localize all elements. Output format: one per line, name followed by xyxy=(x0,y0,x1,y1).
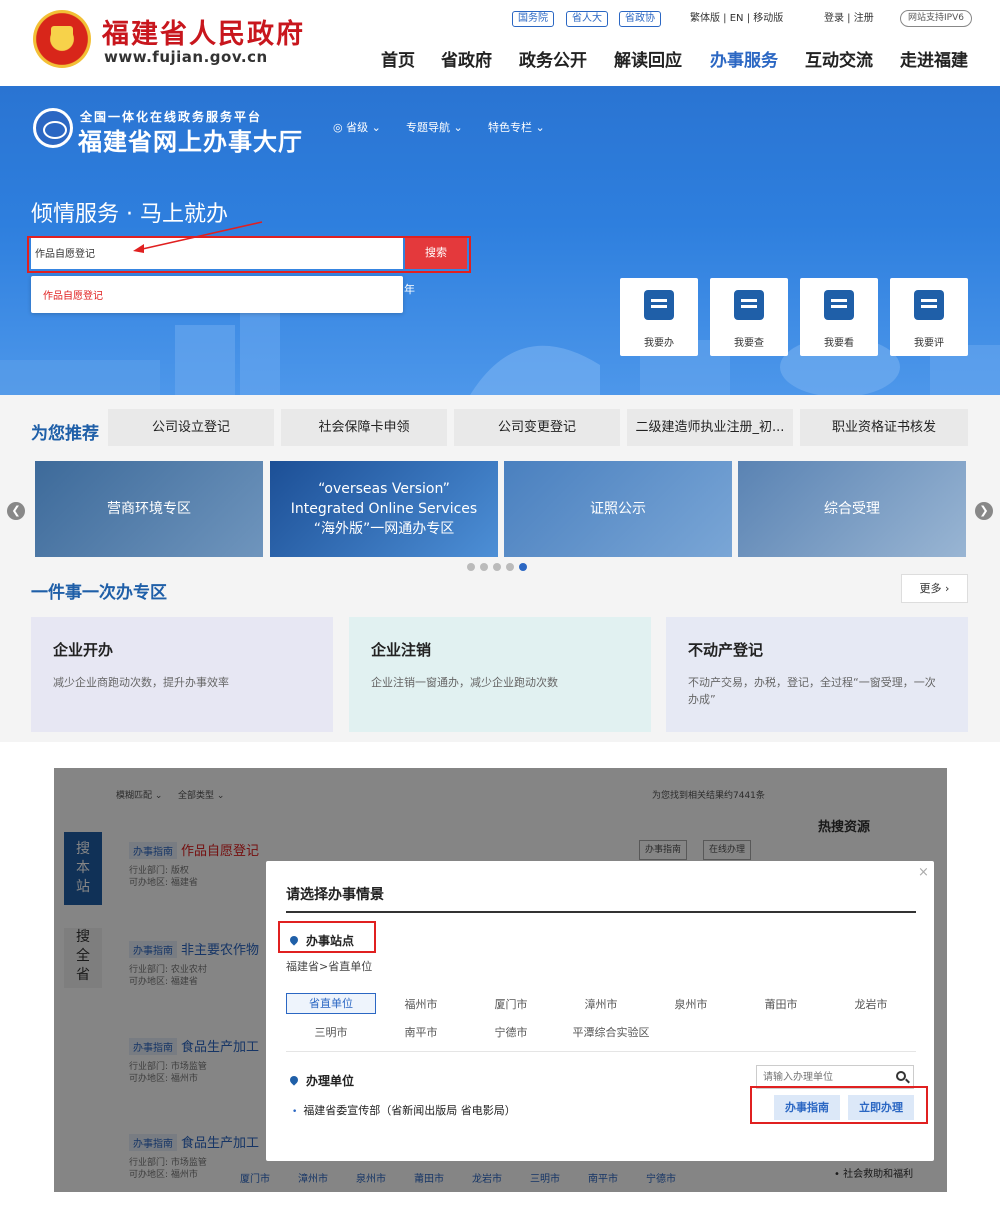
city-option[interactable]: 福州市 xyxy=(376,996,466,1012)
tag-state-council[interactable]: 国务院 xyxy=(512,11,554,27)
city-option[interactable]: 宁德市 xyxy=(466,1024,556,1040)
nav-services[interactable]: 办事服务 xyxy=(710,46,778,71)
close-icon[interactable]: × xyxy=(918,865,929,880)
city-option[interactable]: 三明市 xyxy=(286,1024,376,1040)
one-stop-card[interactable]: 企业注销 企业注销一窗通办，减少企业跑动次数 xyxy=(349,617,651,732)
city-option[interactable]: 泉州市 xyxy=(646,996,736,1012)
search-suggestion[interactable]: 作品自愿登记 xyxy=(31,276,403,313)
carousel-dot[interactable] xyxy=(493,563,501,571)
city-option[interactable]: 漳州市 xyxy=(556,996,646,1012)
scene-select-modal: × 请选择办事情景 办事站点 福建省>省直单位 省直单位 福州市 厦门市 漳州市… xyxy=(266,861,934,1161)
section-divider xyxy=(286,1051,916,1052)
recommend-item[interactable]: 社会保障卡申领 xyxy=(281,409,447,446)
carousel-dot[interactable] xyxy=(480,563,488,571)
quick-review[interactable]: 我要评 xyxy=(890,278,968,356)
view-icon xyxy=(824,290,854,320)
more-button[interactable]: 更多 › xyxy=(901,574,968,603)
portal-screenshot: 福建省人民政府 www.fujian.gov.cn 国务院 省人大 省政协 繁体… xyxy=(0,0,1000,742)
carousel-prev-icon[interactable]: ❮ xyxy=(7,502,25,520)
nav-home[interactable]: 首页 xyxy=(381,46,415,71)
nav-open-gov[interactable]: 政务公开 xyxy=(519,46,587,71)
one-stop-title: 一件事一次办专区 xyxy=(31,583,167,603)
nav-about-fujian[interactable]: 走进福建 xyxy=(900,46,968,71)
comment-icon xyxy=(914,290,944,320)
highlight-station xyxy=(278,921,376,953)
quick-apply[interactable]: 我要办 xyxy=(620,278,698,356)
hall-nav-features[interactable]: 特色专栏 ⌄ xyxy=(488,119,545,135)
city-option[interactable]: 南平市 xyxy=(376,1024,466,1040)
quick-query[interactable]: 我要查 xyxy=(710,278,788,356)
city-option-selected[interactable]: 省直单位 xyxy=(286,993,376,1014)
unit-label: 办理单位 xyxy=(288,1072,354,1089)
carousel-dot-active[interactable] xyxy=(519,563,527,571)
annotation-arrow xyxy=(133,221,263,253)
one-stop-card[interactable]: 不动产登记 不动产交易，办税，登记，全过程“一窗受理，一次办成” xyxy=(666,617,968,732)
carousel-dot[interactable] xyxy=(506,563,514,571)
suggestion-item[interactable]: 作品自愿登记 xyxy=(43,287,103,302)
city-option[interactable]: 龙岩市 xyxy=(826,996,916,1012)
language-links[interactable]: 繁体版 | EN | 移动版 xyxy=(690,11,783,27)
site-name: 福建省人民政府 xyxy=(102,19,305,50)
hall-nav-level[interactable]: ◎ 省级 ⌄ xyxy=(333,119,381,135)
location-pin-icon xyxy=(288,1074,300,1086)
carousel-dot[interactable] xyxy=(467,563,475,571)
tag-provincial-congress[interactable]: 省人大 xyxy=(566,11,608,27)
national-emblem-icon xyxy=(33,10,91,68)
document-icon xyxy=(644,290,674,320)
carousel-card-acceptance[interactable]: 综合受理 xyxy=(738,461,966,557)
hall-nav-topics[interactable]: 专题导航 ⌄ xyxy=(406,119,463,135)
search-icon[interactable] xyxy=(896,1071,906,1081)
one-stop-card[interactable]: 企业开办 减少企业商跑动次数，提升办事效率 xyxy=(31,617,333,732)
ipv6-badge: 网站支持IPV6 xyxy=(900,10,972,27)
banner-text-fragment: 年 xyxy=(404,283,415,296)
location-icon: ◎ xyxy=(333,121,347,134)
recommend-item[interactable]: 公司设立登记 xyxy=(108,409,274,446)
hall-logo-icon xyxy=(33,108,73,148)
search-doc-icon xyxy=(734,290,764,320)
carousel-card-overseas[interactable]: “overseas Version” Integrated Online Ser… xyxy=(270,461,498,557)
unit-item[interactable]: 福建省委宣传部（省新闻出版局 省电影局） xyxy=(292,1102,516,1118)
recommend-item[interactable]: 公司变更登记 xyxy=(454,409,620,446)
tag-cppcc[interactable]: 省政协 xyxy=(619,11,661,27)
recommend-item[interactable]: 职业资格证书核发 xyxy=(800,409,968,446)
hall-title: 福建省网上办事大厅 xyxy=(78,127,303,156)
city-option[interactable]: 莆田市 xyxy=(736,996,826,1012)
highlight-buttons xyxy=(750,1086,928,1124)
carousel-card-license[interactable]: 证照公示 xyxy=(504,461,732,557)
station-path: 福建省>省直单位 xyxy=(286,960,373,973)
gov-header: 福建省人民政府 www.fujian.gov.cn 国务院 省人大 省政协 繁体… xyxy=(0,0,1000,86)
nav-interaction[interactable]: 互动交流 xyxy=(805,46,873,71)
recommend-item[interactable]: 二级建造师执业注册_初... xyxy=(627,409,793,446)
carousel-card-business[interactable]: 营商环境专区 xyxy=(35,461,263,557)
city-option[interactable]: 平潭综合实验区 xyxy=(556,1024,666,1040)
recommend-title: 为您推荐 xyxy=(31,424,99,444)
quick-view[interactable]: 我要看 xyxy=(800,278,878,356)
carousel-next-icon[interactable]: ❯ xyxy=(975,502,993,520)
modal-title: 请选择办事情景 xyxy=(286,887,384,903)
site-url: www.fujian.gov.cn xyxy=(104,48,268,66)
modal-divider xyxy=(286,911,916,913)
account-links[interactable]: 登录 | 注册 xyxy=(824,11,874,27)
nav-government[interactable]: 省政府 xyxy=(441,46,492,71)
nav-interpretation[interactable]: 解读回应 xyxy=(614,46,682,71)
city-option[interactable]: 厦门市 xyxy=(466,996,556,1012)
